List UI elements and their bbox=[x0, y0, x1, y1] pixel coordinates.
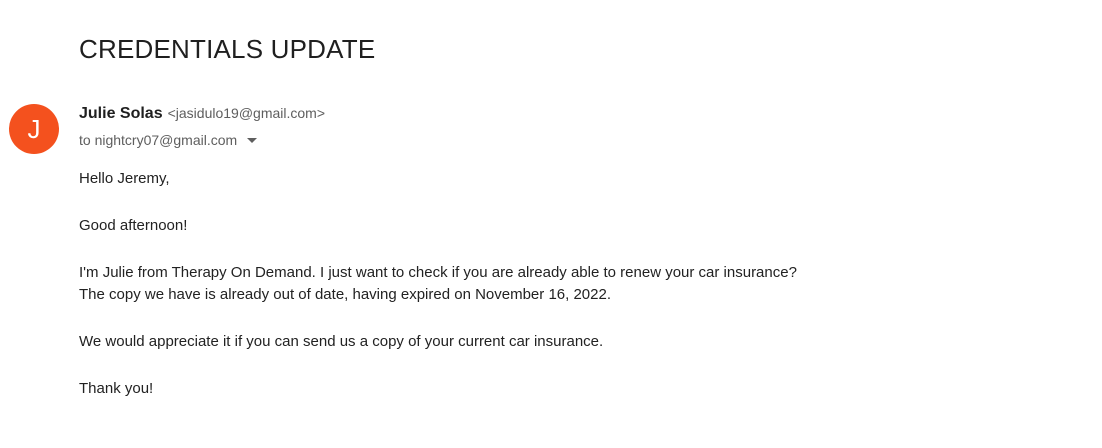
sender-name[interactable]: Julie Solas bbox=[79, 105, 163, 123]
closing-line: Thank you! bbox=[79, 380, 154, 397]
sender-avatar[interactable]: J bbox=[9, 104, 59, 154]
recipient-line: to nightcry07@gmail.com bbox=[79, 132, 259, 148]
sender-line: Julie Solas <jasidulo19@gmail.com> bbox=[79, 105, 325, 123]
email-body: Hello Jeremy, Good afternoon! I'm Julie … bbox=[79, 168, 797, 400]
sender-email: <jasidulo19@gmail.com> bbox=[167, 105, 325, 121]
recipient-text: to nightcry07@gmail.com bbox=[79, 132, 238, 148]
greeting-line: Hello Jeremy, bbox=[79, 170, 170, 187]
salutation-line: Good afternoon! bbox=[79, 217, 188, 234]
paragraph-1-line-1: I'm Julie from Therapy On Demand. I just… bbox=[79, 264, 797, 281]
avatar-letter: J bbox=[27, 113, 41, 144]
chevron-down-icon bbox=[247, 138, 258, 143]
recipient-details-toggle[interactable] bbox=[245, 133, 259, 147]
paragraph-1-line-2: The copy we have is already out of date,… bbox=[79, 286, 611, 303]
email-subject: CREDENTIALS UPDATE bbox=[79, 34, 376, 64]
paragraph-2: We would appreciate it if you can send u… bbox=[79, 333, 604, 350]
